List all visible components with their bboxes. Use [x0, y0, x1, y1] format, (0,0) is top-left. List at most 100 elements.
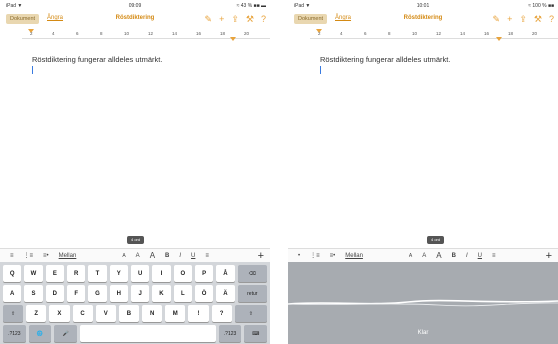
key-g[interactable]: G: [88, 285, 107, 302]
microphone-icon[interactable]: 🎤: [54, 325, 77, 342]
key-a[interactable]: A: [3, 285, 22, 302]
key-d[interactable]: D: [45, 285, 64, 302]
word-count-badge: 4 ord: [127, 236, 145, 244]
add-icon[interactable]: +: [507, 12, 512, 26]
font-size-mid[interactable]: A: [136, 253, 140, 259]
ruler-tick: 10: [412, 31, 418, 36]
bullet-icon[interactable]: •: [298, 253, 300, 259]
insert-icon[interactable]: +: [546, 250, 552, 262]
keyboard-row: .?123 🌐 🎤 .?123 ⌨: [3, 325, 268, 342]
outdent-icon[interactable]: ⋮≡: [24, 252, 34, 259]
key-n[interactable]: N: [142, 305, 163, 322]
key-l[interactable]: L: [173, 285, 192, 302]
ruler-tick: 6: [364, 31, 367, 36]
key-r[interactable]: R: [66, 265, 86, 282]
font-size-down[interactable]: A: [409, 253, 412, 259]
ruler[interactable]: 2 4 6 8 10 12 14 16 18 20: [22, 29, 270, 41]
key-exclamation[interactable]: !: [188, 305, 209, 322]
key-o[interactable]: O: [173, 265, 192, 282]
shift-left-key[interactable]: ⇧: [3, 305, 24, 322]
share-icon[interactable]: ⇪: [519, 12, 527, 26]
style-selector[interactable]: Mellan: [345, 253, 363, 259]
key-w[interactable]: W: [24, 265, 43, 282]
ruler-tick: 8: [100, 31, 103, 36]
key-j[interactable]: J: [130, 285, 150, 302]
key-f[interactable]: F: [66, 285, 86, 302]
indent-icon[interactable]: ≡•: [330, 253, 336, 259]
alignment-button[interactable]: ≡: [205, 253, 209, 259]
ruler-tick: 12: [148, 31, 154, 36]
key-s[interactable]: S: [24, 285, 43, 302]
key-i[interactable]: I: [152, 265, 171, 282]
format-bar: • ⋮≡ ≡• Mellan A A A B I U ≡ +: [288, 248, 558, 262]
insert-icon[interactable]: +: [258, 250, 264, 262]
outdent-icon[interactable]: ⋮≡: [310, 252, 320, 259]
font-size-down[interactable]: A: [122, 253, 125, 259]
key-q[interactable]: Q: [3, 265, 22, 282]
key-x[interactable]: X: [49, 305, 70, 322]
document-body-text[interactable]: Röstdiktering fungerar alldeles utmärkt.: [32, 55, 162, 64]
ruler[interactable]: 2 4 6 8 10 12 14 16 18 20: [310, 29, 558, 41]
font-size-up[interactable]: A: [150, 251, 155, 260]
alignment-button[interactable]: ≡: [492, 253, 496, 259]
key-auml[interactable]: Ä: [216, 285, 235, 302]
paintbrush-icon[interactable]: ✎: [493, 12, 501, 26]
document-body-text[interactable]: Röstdiktering fungerar alldeles utmärkt.: [320, 55, 450, 64]
indent-icon[interactable]: ≡•: [43, 253, 49, 259]
numbers-key[interactable]: .?123: [3, 325, 26, 342]
help-icon[interactable]: ?: [261, 12, 266, 26]
right-indent-marker[interactable]: [230, 37, 236, 41]
key-b[interactable]: B: [118, 305, 140, 322]
key-z[interactable]: Z: [26, 305, 47, 322]
return-key[interactable]: retur: [237, 285, 267, 302]
right-indent-marker[interactable]: [496, 37, 502, 41]
underline-button[interactable]: U: [478, 253, 482, 259]
align-icon[interactable]: ≡: [10, 253, 14, 259]
key-ouml[interactable]: Ö: [194, 285, 214, 302]
ruler-tick: 20: [244, 31, 250, 36]
ruler-tick: 18: [508, 31, 514, 36]
key-y[interactable]: Y: [109, 265, 128, 282]
bold-button[interactable]: B: [452, 253, 456, 259]
italic-button[interactable]: I: [179, 253, 181, 259]
help-icon[interactable]: ?: [549, 12, 554, 26]
status-bar: iPad ▼ 10:01 ≈ 100 % ■■: [288, 3, 558, 11]
numbers-key-right[interactable]: .?123: [218, 325, 242, 342]
underline-button[interactable]: U: [191, 253, 195, 259]
key-e[interactable]: E: [45, 265, 64, 282]
word-count-badge: 4 ord: [427, 236, 445, 244]
key-u[interactable]: U: [130, 265, 150, 282]
key-t[interactable]: T: [88, 265, 107, 282]
ruler-tick: 4: [340, 31, 343, 36]
italic-button[interactable]: I: [466, 253, 468, 259]
font-size-up[interactable]: A: [436, 251, 441, 260]
space-key[interactable]: [79, 325, 216, 342]
wrench-icon[interactable]: ⚒: [534, 12, 542, 26]
key-k[interactable]: K: [152, 285, 171, 302]
ruler-tick: 14: [460, 31, 466, 36]
key-m[interactable]: M: [165, 305, 186, 322]
add-icon[interactable]: +: [219, 12, 224, 26]
ruler-tick: 2: [30, 31, 33, 36]
style-selector[interactable]: Mellan: [59, 253, 77, 259]
ruler-tick: 16: [196, 31, 202, 36]
share-icon[interactable]: ⇪: [231, 12, 239, 26]
key-h[interactable]: H: [109, 285, 128, 302]
key-question[interactable]: ?: [211, 305, 232, 322]
bold-button[interactable]: B: [165, 253, 169, 259]
globe-icon[interactable]: 🌐: [28, 325, 52, 342]
battery-label: ≈ 100 % ■■: [528, 3, 554, 9]
ruler-tick: 6: [76, 31, 79, 36]
hide-keyboard-icon[interactable]: ⌨: [244, 325, 268, 342]
shift-right-key[interactable]: ⇧: [234, 305, 267, 322]
font-size-mid[interactable]: A: [422, 253, 426, 259]
wrench-icon[interactable]: ⚒: [246, 12, 254, 26]
key-c[interactable]: C: [72, 305, 93, 322]
paintbrush-icon[interactable]: ✎: [205, 12, 213, 26]
key-v[interactable]: V: [95, 305, 116, 322]
backspace-key[interactable]: ⌫: [237, 265, 267, 282]
key-aring[interactable]: Å: [216, 265, 235, 282]
ruler-tick: 16: [484, 31, 490, 36]
dictation-done-button[interactable]: Klar: [288, 330, 558, 336]
key-p[interactable]: P: [194, 265, 214, 282]
